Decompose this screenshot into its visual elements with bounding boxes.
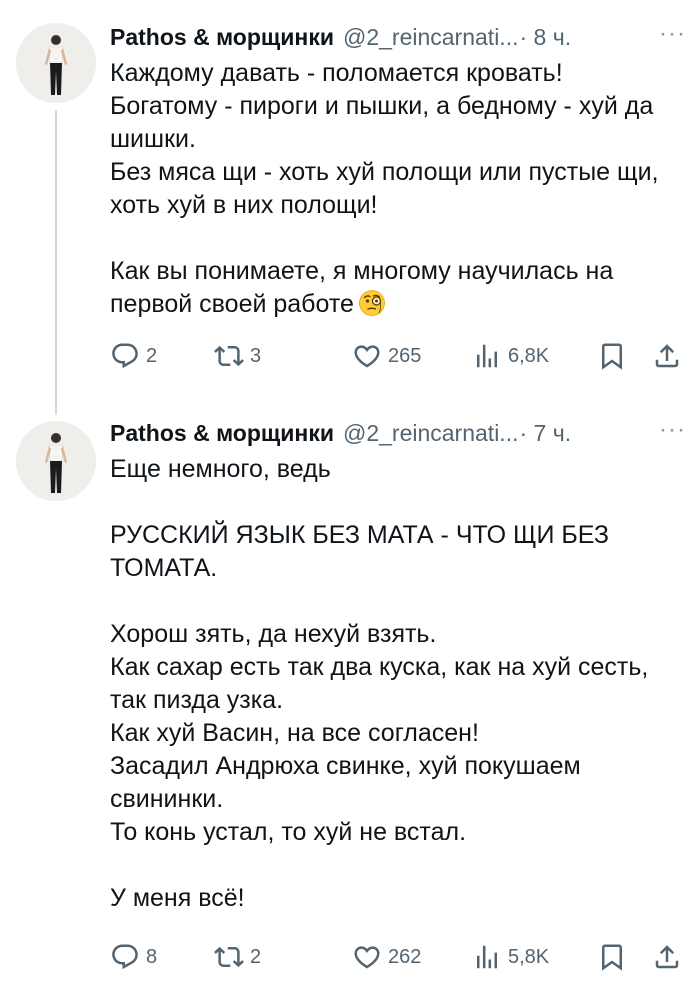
like-button[interactable]: 265 xyxy=(352,338,421,374)
timestamp[interactable]: · 7 ч. xyxy=(519,420,571,447)
face-with-monocle-icon xyxy=(358,289,386,326)
reply-button[interactable]: 2 xyxy=(110,338,157,374)
views-icon xyxy=(477,344,497,368)
bookmark-icon xyxy=(602,343,622,370)
retweet-count: 3 xyxy=(250,344,262,367)
retweet-icon xyxy=(214,946,244,968)
views-count: 5,8K xyxy=(508,945,550,968)
like-count: 265 xyxy=(388,344,422,367)
tweet-header: Pathos & морщинки @2_reincarnati... · 7 … xyxy=(110,416,690,450)
reply-icon xyxy=(112,343,138,369)
bookmark-button[interactable] xyxy=(597,939,627,975)
author-handle[interactable]: @2_reincarnati... xyxy=(343,420,519,447)
share-button[interactable] xyxy=(652,338,682,374)
avatar[interactable] xyxy=(16,23,96,103)
tweet[interactable]: Pathos & морщинки @2_reincarnati... · 8 … xyxy=(0,0,700,415)
tweet-text-body: Каждому давать - поломается кровать! Бог… xyxy=(110,59,659,318)
views-button[interactable]: 5,8K xyxy=(472,939,549,975)
thread-line xyxy=(55,110,57,415)
views-count: 6,8K xyxy=(508,344,550,367)
share-button[interactable] xyxy=(652,939,682,975)
more-icon[interactable]: ··· xyxy=(659,418,686,442)
tweet-actions: 8 2 262 5,8K xyxy=(110,939,690,975)
tweet-actions: 2 3 265 6,8K xyxy=(110,338,690,374)
timestamp[interactable]: · 8 ч. xyxy=(519,24,571,51)
views-icon xyxy=(477,945,497,969)
like-icon xyxy=(354,946,380,969)
author-handle[interactable]: @2_reincarnati... xyxy=(343,24,519,51)
share-icon xyxy=(655,945,679,969)
author-name[interactable]: Pathos & морщинки xyxy=(110,420,334,447)
bookmark-button[interactable] xyxy=(597,338,627,374)
like-count: 262 xyxy=(388,945,422,968)
retweet-button[interactable]: 2 xyxy=(214,939,261,975)
retweet-count: 2 xyxy=(250,945,262,968)
more-icon[interactable]: ··· xyxy=(659,22,686,46)
reply-count: 8 xyxy=(146,945,158,968)
tweet-text: Еще немного, ведь РУССКИЙ ЯЗЫК БЕЗ МАТА … xyxy=(110,455,649,912)
bookmark-icon xyxy=(602,944,622,971)
reply-count: 2 xyxy=(146,344,158,367)
retweet-button[interactable]: 3 xyxy=(214,338,261,374)
reply-button[interactable]: 8 xyxy=(110,939,157,975)
share-icon xyxy=(655,344,679,368)
author-name[interactable]: Pathos & морщинки xyxy=(110,24,334,51)
reply-icon xyxy=(112,944,138,970)
tweet-header: Pathos & морщинки @2_reincarnati... · 8 … xyxy=(110,20,690,54)
retweet-icon xyxy=(214,345,244,367)
tweet-text: Каждому давать - поломается кровать! Бог… xyxy=(110,57,670,326)
like-button[interactable]: 262 xyxy=(352,939,421,975)
like-icon xyxy=(354,345,380,368)
views-button[interactable]: 6,8K xyxy=(472,338,549,374)
avatar[interactable] xyxy=(16,421,96,501)
tweet[interactable]: Pathos & морщинки @2_reincarnati... · 7 … xyxy=(0,400,700,989)
